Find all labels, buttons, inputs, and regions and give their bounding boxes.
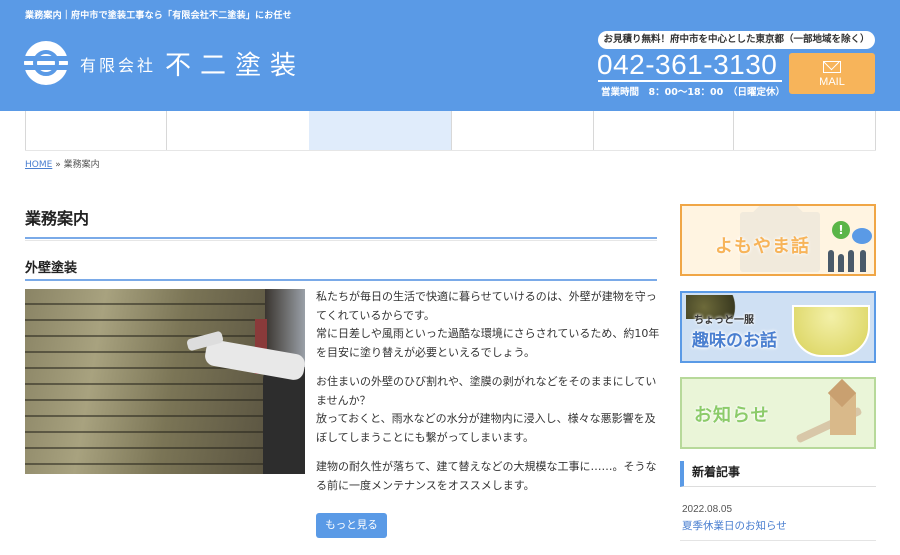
phone-underline [598,80,782,82]
building-illustration [830,393,856,435]
nav-item-services-active[interactable] [309,111,451,151]
company-name[interactable]: 不二塗装 [165,45,305,82]
tea-cup-illustration [792,305,870,357]
description-paragraph-2: お住まいの外壁のひび割れや、塗膜の剥がれなどをそのままにしていませんか？ 放って… [316,375,657,444]
news-divider [680,540,876,541]
phone-number[interactable]: 042-361-3130 [597,49,777,81]
page-title-rule [25,237,657,239]
free-estimate-notice: お見積り無料！府中市を中心とした東京都（一部地域を除く） [598,31,875,49]
page-title: 業務案内 [25,209,90,228]
banner-news[interactable]: お知らせ [680,377,876,449]
breadcrumb-home-link[interactable]: HOME [25,160,52,170]
breadcrumb-separator: » [55,160,61,170]
breadcrumb-current: 業務案内 [63,160,100,170]
new-articles-heading: 新着記事 [680,461,876,487]
speech-bubble-icon [852,228,872,244]
breadcrumb: HOME » 業務案内 [25,157,100,170]
nav-item-5[interactable] [593,111,734,151]
description-paragraph-1: 私たちが毎日の生活で快適に暮らせていけるのは、外壁が建物を守ってくれているからで… [316,290,660,359]
nav-item-1[interactable] [25,111,167,151]
site-header: 業務案内｜府中市で塗装工事なら「有限会社不二塗装」にお任せ 有限会社 不二塗装 … [0,0,900,111]
banner-yomoyama[interactable]: よもやま話 ! [680,204,876,276]
nav-item-2[interactable] [166,111,309,151]
news-item-link[interactable]: 夏季休業日のお知らせ [682,518,787,533]
section-title: 外壁塗装 [25,261,78,276]
nav-item-6[interactable] [733,111,876,151]
company-prefix[interactable]: 有限会社 [80,52,156,76]
business-hours: 営業時間 8：00〜18：00 （日曜定休） [601,87,786,98]
section-title-rule [25,279,657,281]
exclamation-icon: ! [832,221,850,239]
banner-hobby-subtitle: ちょっと一服 [694,315,754,326]
page-title-rule-shadow [25,240,657,241]
global-nav [0,111,900,151]
read-more-button[interactable]: もっと見る [316,513,387,538]
nav-item-4[interactable] [451,111,593,151]
header-tagline: 業務案内｜府中市で塗装工事なら「有限会社不二塗装」にお任せ [25,11,292,21]
mail-button[interactable]: MAIL [789,53,875,94]
description-paragraph-3: 建物の耐久性が落ちて、建て替えなどの大規模な工事に……。そうなる前に一度メンテナ… [316,460,657,492]
mail-icon [823,61,841,73]
banner-hobby-label: 趣味のお話 [692,331,777,351]
nav-bottom-line [25,150,876,151]
exterior-painting-photo [25,289,305,474]
service-description: 私たちが毎日の生活で快適に暮らせていけるのは、外壁が建物を守ってくれているからで… [316,288,661,506]
news-item-date: 2022.08.05 [682,504,733,515]
banner-news-label: お知らせ [694,405,770,426]
banner-hobby[interactable]: ちょっと一服 趣味のお話 [680,291,876,363]
company-logo-icon[interactable] [24,41,68,85]
banner-yomoyama-label: よもやま話 [715,236,810,257]
mail-button-label: MAIL [819,76,845,88]
